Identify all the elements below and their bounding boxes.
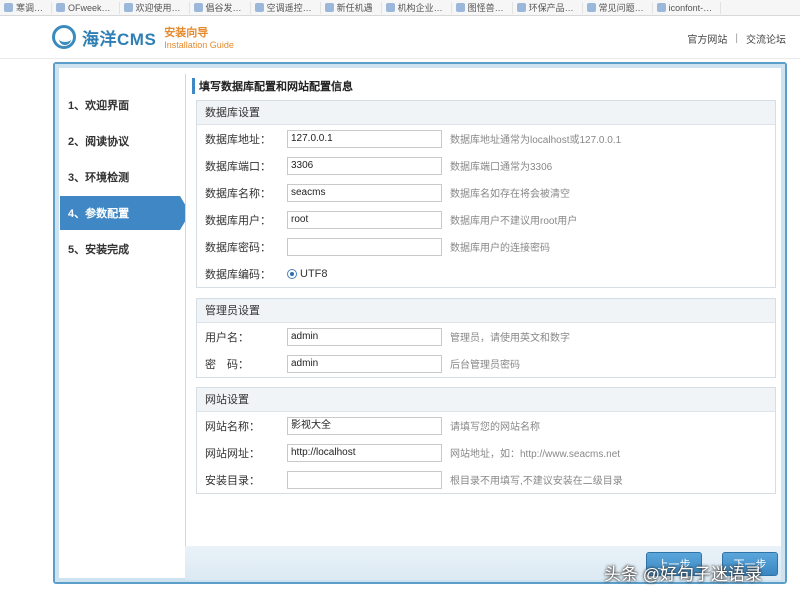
bookmark-favicon-icon	[586, 3, 596, 12]
logo-subtitle: 安装向导 Installation Guide	[164, 24, 234, 50]
site-section: 网站设置 网站名称： 影视大全 请填写您的网站名称 网站网址： http://l…	[196, 387, 776, 494]
admin-password-input[interactable]: admin	[287, 354, 442, 373]
db-name-label: 数据库名称：	[205, 187, 271, 200]
bookmark-favicon-icon	[193, 3, 203, 12]
page-header: 海洋CMS 安装向导 Installation Guide 官方网站 | 交流论…	[0, 17, 800, 59]
bookmark-item[interactable]: OFweek…	[52, 1, 120, 14]
logo-subtitle-cn: 安装向导	[164, 27, 209, 39]
site-name-input[interactable]: 影视大全	[287, 416, 442, 435]
form-row: 网站网址： http://localhost 网站地址，如：http://www…	[197, 439, 775, 466]
step-welcome: 1、欢迎界面	[68, 100, 130, 112]
bookmark-favicon-icon	[4, 3, 13, 12]
db-password-input[interactable]	[287, 237, 442, 256]
watermark: 头条 @好句子迷语录	[604, 565, 762, 584]
db-name-input[interactable]: seacms	[287, 183, 442, 202]
admin-user-hint: 管理员，请使用英文和数字	[450, 333, 570, 344]
bookmark-item[interactable]: 欢迎使用…	[120, 1, 190, 14]
section-heading: 数据库设置	[197, 101, 775, 125]
site-name-hint: 请填写您的网站名称	[450, 422, 540, 433]
bookmark-favicon-icon	[656, 3, 666, 12]
form-row: 数据库用户： root 数据库用户不建议用root用户	[197, 206, 775, 233]
bookmark-item[interactable]: 新任机遇	[321, 1, 382, 14]
form-row: 数据库密码： 数据库用户的连接密码	[197, 233, 775, 260]
step-env-check: 3、环境检测	[68, 172, 130, 184]
bookmark-favicon-icon	[254, 3, 264, 12]
radio-selected-icon[interactable]	[287, 268, 297, 279]
bookmark-item[interactable]: iconfont-…	[653, 1, 722, 14]
db-password-label: 数据库密码：	[205, 241, 271, 254]
wave-logo-icon	[52, 25, 76, 49]
step-config: 4、参数配置	[60, 196, 190, 230]
admin-user-label: 用户名：	[205, 331, 249, 344]
bookmark-favicon-icon	[123, 3, 133, 12]
logo-text: 海洋CMS	[82, 29, 157, 49]
install-dir-hint: 根目录不用填写,不建议安装在二级目录	[450, 476, 623, 487]
site-url-input[interactable]: http://localhost	[287, 443, 442, 462]
bookmark-favicon-icon	[516, 3, 526, 12]
bookmark-favicon-icon	[56, 3, 66, 12]
logo-subtitle-en: Installation Guide	[164, 40, 234, 50]
top-links: 官方网站 | 交流论坛	[687, 31, 786, 46]
bookmark-favicon-icon	[385, 3, 395, 12]
form-row: 数据库名称： seacms 数据库名如存在将会被清空	[197, 179, 775, 206]
section-heading: 管理员设置	[197, 299, 775, 323]
form-row: 数据库编码： UTF8	[197, 260, 775, 287]
form-row: 密 码： admin 后台管理员密码	[197, 350, 775, 377]
admin-password-label: 密 码：	[205, 358, 249, 371]
database-section: 数据库设置 数据库地址： 127.0.0.1 数据库地址通常为localhost…	[196, 100, 776, 288]
page-title: 填写数据库配置和网站配置信息	[192, 78, 353, 94]
db-user-hint: 数据库用户不建议用root用户	[450, 216, 578, 227]
db-password-hint: 数据库用户的连接密码	[450, 243, 550, 254]
admin-password-hint: 后台管理员密码	[450, 360, 520, 371]
steps-sidebar: 1、欢迎界面 2、阅读协议 3、环境检测 4、参数配置 5、安装完成	[60, 88, 190, 268]
bookmark-item[interactable]: 寒调…	[0, 1, 53, 14]
install-dir-label: 安装目录：	[205, 474, 260, 487]
bookmark-favicon-icon	[455, 3, 465, 12]
install-dir-input[interactable]	[287, 470, 442, 489]
bookmark-item[interactable]: 环保产品…	[513, 1, 583, 14]
db-port-hint: 数据库端口通常为3306	[450, 162, 553, 173]
admin-section: 管理员设置 用户名： admin 管理员，请使用英文和数字 密 码： admin…	[196, 298, 776, 378]
site-url-hint: 网站地址，如：http://www.seacms.net	[450, 449, 621, 460]
step-finish: 5、安装完成	[68, 244, 130, 256]
config-panel: 填写数据库配置和网站配置信息 数据库设置 数据库地址： 127.0.0.1 数据…	[185, 74, 781, 572]
bookmark-item[interactable]: 倡谷发…	[190, 1, 251, 14]
site-name-label: 网站名称：	[205, 420, 260, 433]
section-heading: 网站设置	[197, 388, 775, 412]
official-site-link[interactable]: 官方网站	[687, 31, 727, 46]
logo: 海洋CMS 安装向导 Installation Guide	[52, 24, 234, 50]
bookmark-item[interactable]: 图怪兽…	[452, 1, 513, 14]
db-user-input[interactable]: root	[287, 210, 442, 229]
bookmark-item[interactable]: 机构企业…	[382, 1, 452, 14]
site-url-label: 网站网址：	[205, 447, 260, 460]
db-host-label: 数据库地址：	[205, 133, 271, 146]
db-host-input[interactable]: 127.0.0.1	[287, 129, 442, 148]
bookmarks-bar: 寒调… OFweek… 欢迎使用… 倡谷发… 空调遥控… 新任机遇 机构企业… …	[0, 0, 800, 16]
bookmark-favicon-icon	[324, 3, 334, 12]
admin-user-input[interactable]: admin	[287, 327, 442, 346]
form-row: 数据库端口： 3306 数据库端口通常为3306	[197, 152, 775, 179]
link-separator: |	[735, 33, 738, 44]
charset-value: UTF8	[300, 267, 328, 280]
db-user-label: 数据库用户：	[205, 214, 271, 227]
db-host-hint: 数据库地址通常为localhost或127.0.0.1	[450, 135, 622, 146]
db-port-label: 数据库端口：	[205, 160, 271, 173]
db-port-input[interactable]: 3306	[287, 156, 442, 175]
charset-radio[interactable]: UTF8	[287, 268, 328, 280]
step-agreement: 2、阅读协议	[68, 136, 130, 148]
db-charset-label: 数据库编码：	[205, 268, 271, 281]
bookmark-item[interactable]: 常见问题…	[583, 1, 653, 14]
forum-link[interactable]: 交流论坛	[746, 31, 786, 46]
form-row: 数据库地址： 127.0.0.1 数据库地址通常为localhost或127.0…	[197, 125, 775, 152]
form-row: 安装目录： 根目录不用填写,不建议安装在二级目录	[197, 466, 775, 493]
db-name-hint: 数据库名如存在将会被清空	[450, 189, 570, 200]
bookmark-item[interactable]: 空调遥控…	[251, 1, 321, 14]
form-row: 用户名： admin 管理员，请使用英文和数字	[197, 323, 775, 350]
form-row: 网站名称： 影视大全 请填写您的网站名称	[197, 412, 775, 439]
